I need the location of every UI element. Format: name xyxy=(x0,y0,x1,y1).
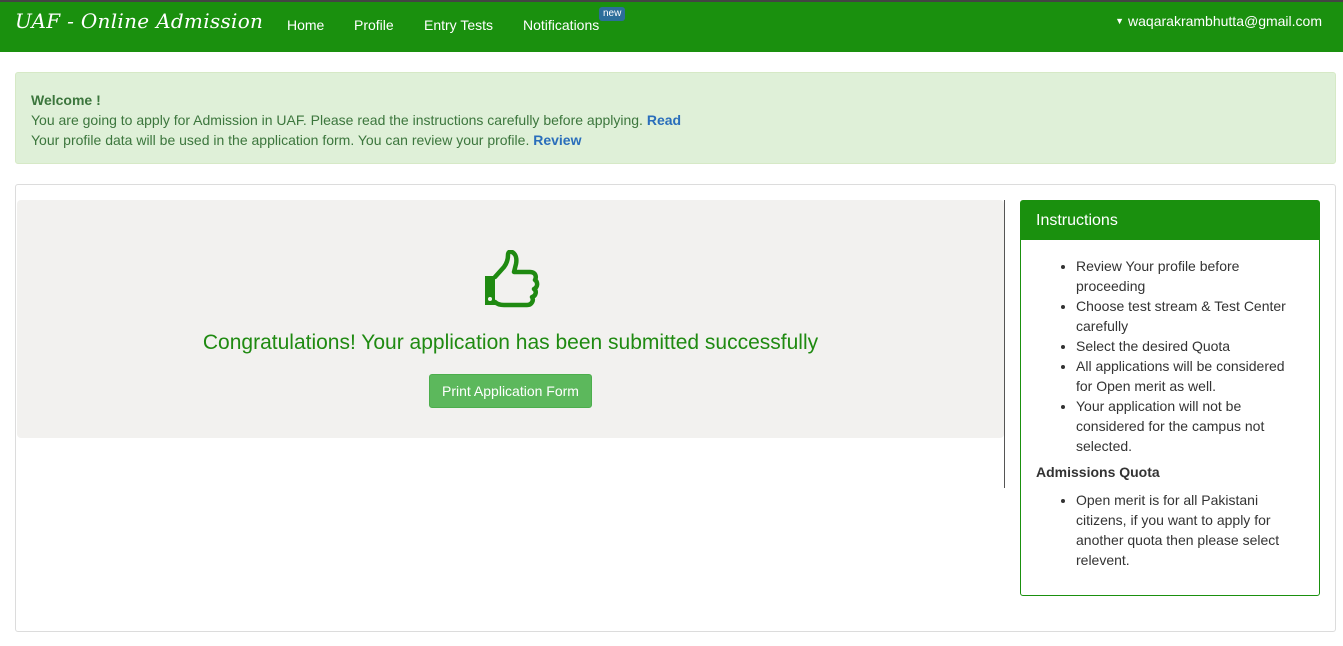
brand-logo[interactable]: UAF - Online Admission xyxy=(15,9,263,33)
nav-home[interactable]: Home xyxy=(287,17,324,33)
thumbs-up-icon xyxy=(485,250,540,308)
instruction-item: Your application will not be considered … xyxy=(1076,396,1304,456)
instruction-item: Choose test stream & Test Center careful… xyxy=(1076,296,1304,336)
success-message: Congratulations! Your application has be… xyxy=(202,331,819,354)
alert-line-2: Your profile data will be used in the ap… xyxy=(31,130,1320,150)
nav-entry-tests[interactable]: Entry Tests xyxy=(424,17,493,33)
instructions-panel: Instructions Review Your profile before … xyxy=(1020,200,1320,596)
column-divider xyxy=(1004,200,1005,488)
success-jumbotron: Congratulations! Your application has be… xyxy=(17,200,1004,438)
nav-notifications[interactable]: Notifications xyxy=(523,17,599,33)
welcome-alert: Welcome ! You are going to apply for Adm… xyxy=(15,72,1336,164)
alert-text-2: Your profile data will be used in the ap… xyxy=(31,132,530,148)
nav-profile[interactable]: Profile xyxy=(354,17,394,33)
read-instructions-link[interactable]: Read xyxy=(647,112,681,128)
alert-line-1: You are going to apply for Admission in … xyxy=(31,110,1320,130)
quota-heading: Admissions Quota xyxy=(1036,464,1160,480)
top-navbar: UAF - Online Admission Home Profile Entr… xyxy=(0,0,1343,52)
notification-badge: new xyxy=(599,7,626,21)
quota-list: Open merit is for all Pakistani citizens… xyxy=(1036,490,1304,570)
instruction-item: Select the desired Quota xyxy=(1076,336,1304,356)
user-email: waqarakrambhutta@gmail.com xyxy=(1128,13,1322,29)
instructions-title: Instructions xyxy=(1021,201,1319,240)
quota-item: Open merit is for all Pakistani citizens… xyxy=(1076,490,1304,570)
instructions-list: Review Your profile before proceeding Ch… xyxy=(1036,256,1304,456)
welcome-heading: Welcome ! xyxy=(31,92,101,108)
alert-text-1: You are going to apply for Admission in … xyxy=(31,112,643,128)
user-menu[interactable]: ▼ waqarakrambhutta@gmail.com xyxy=(1115,13,1322,29)
instructions-body: Review Your profile before proceeding Ch… xyxy=(1021,240,1319,586)
caret-down-icon: ▼ xyxy=(1115,16,1125,26)
instruction-item: Review Your profile before proceeding xyxy=(1076,256,1304,296)
instruction-item: All applications will be considered for … xyxy=(1076,356,1304,396)
review-profile-link[interactable]: Review xyxy=(533,132,581,148)
print-application-button[interactable]: Print Application Form xyxy=(429,374,592,408)
